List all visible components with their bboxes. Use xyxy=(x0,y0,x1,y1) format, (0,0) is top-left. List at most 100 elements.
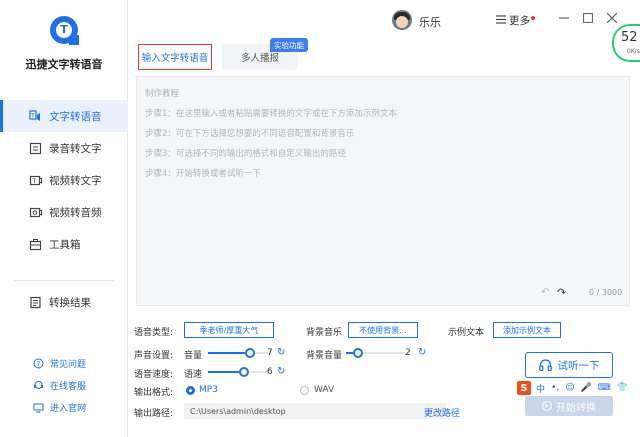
sidebar-item-video-to-audio[interactable]: 视频转音频 xyxy=(0,196,128,228)
sidebar-item-result[interactable]: 转换结果 xyxy=(0,286,128,318)
start-label: 开始转换 xyxy=(556,402,596,414)
format-wav-label: WAV xyxy=(314,385,335,395)
faq-link[interactable]: ? 常见问题 xyxy=(0,352,128,374)
voice-type-label: 语音类型: xyxy=(134,328,174,338)
bg-volume-label: 背景音量 xyxy=(306,351,343,361)
close-icon xyxy=(607,13,617,23)
sidebar-item-label: 转换结果 xyxy=(49,296,91,309)
change-path-link[interactable]: 更改路径 xyxy=(424,406,460,419)
website-icon xyxy=(32,401,44,413)
step-4: 步骤4：开始转换或者试听一下 xyxy=(145,169,261,179)
bg-volume-slider[interactable] xyxy=(346,348,404,358)
service-icon xyxy=(32,379,44,391)
speed-label: 语音速度: xyxy=(134,370,174,380)
sogou-ime-logo-icon[interactable]: S xyxy=(517,381,531,395)
format-wav-radio[interactable] xyxy=(300,386,309,395)
bg-volume-slider-handle[interactable] xyxy=(352,348,363,358)
menu-icon xyxy=(496,14,506,27)
sidebar-nav: T 文字转语音 录音转文字 T 视频转文字 视频转音频 工具箱 xyxy=(0,100,128,260)
editor-placeholder: 制作教程 步骤1：在这里输入或者粘贴需要转换的文字或在下方添加示例文本 步骤2：… xyxy=(145,87,397,187)
bg-music-button[interactable]: 不使用背景... xyxy=(348,322,418,338)
start-convert-button[interactable]: ▶ 开始转换 xyxy=(525,396,613,416)
ime-emoji-icon[interactable]: ☺ xyxy=(565,383,574,393)
reset-rate-icon[interactable]: ↻ xyxy=(277,366,285,377)
sidebar-item-label: 视频转音频 xyxy=(49,206,102,219)
close-button[interactable] xyxy=(604,10,620,26)
svg-text:?: ? xyxy=(36,360,40,368)
voice-type-button[interactable]: 季老师/厚重大气 xyxy=(184,322,274,338)
ime-keyboard-icon[interactable]: ⌨ xyxy=(598,383,611,393)
website-label: 进入官网 xyxy=(50,403,87,414)
reset-bg-volume-icon[interactable]: ↻ xyxy=(418,347,426,358)
undo-icon[interactable]: ↶ xyxy=(541,287,549,298)
bg-volume-value: 2 xyxy=(405,348,411,358)
output-path-field[interactable]: C:\Users\admin\desktop xyxy=(184,403,446,419)
ime-chinese-mode[interactable]: 中 xyxy=(536,382,545,395)
more-menu-button[interactable]: 更多 xyxy=(496,13,535,28)
username[interactable]: 乐乐 xyxy=(419,14,441,30)
bg-music-label: 背景音乐 xyxy=(306,328,343,338)
user-avatar[interactable] xyxy=(392,10,412,30)
minimize-button[interactable] xyxy=(556,10,572,26)
sidebar-item-label: 工具箱 xyxy=(49,238,81,251)
ime-punctuation-icon[interactable]: •, xyxy=(551,383,559,393)
app-title: 迅捷文字转语音 xyxy=(25,58,103,71)
reset-volume-icon[interactable]: ↻ xyxy=(277,347,285,358)
rate-slider[interactable] xyxy=(208,367,268,377)
rate-slider-handle[interactable] xyxy=(239,367,249,377)
sidebar: T 迅捷文字转语音 T 文字转语音 录音转文字 T 视频转文字 视频转音频 工具… xyxy=(0,0,128,437)
minimize-icon xyxy=(559,17,569,19)
result-icon xyxy=(28,295,42,309)
path-label: 输出路径: xyxy=(134,409,174,419)
add-sample-text-button[interactable]: 添加示例文本 xyxy=(493,322,561,338)
sidebar-item-recording-to-text[interactable]: 录音转文字 xyxy=(0,132,128,164)
maximize-button[interactable] xyxy=(580,10,596,26)
sidebar-item-label: 文字转语音 xyxy=(49,110,102,123)
sidebar-item-label: 录音转文字 xyxy=(49,142,102,155)
experimental-badge: 实验功能 xyxy=(270,38,308,52)
app-logo-icon: T xyxy=(50,16,79,45)
volume-slider[interactable] xyxy=(208,348,268,358)
tab-input-text-to-speech[interactable]: 输入文字转语音 xyxy=(138,44,212,70)
format-mp3-radio[interactable] xyxy=(186,386,195,395)
ime-toolbar: S 中 •, ☺ 🎤 ⌨ 👕 xyxy=(513,379,640,397)
network-speed-widget[interactable]: 52 0K/s xyxy=(612,24,640,62)
volume-value: 7 xyxy=(267,348,273,358)
service-label: 在线客服 xyxy=(50,381,87,392)
notification-dot xyxy=(531,15,535,20)
step-3: 步骤3：可选择不同的输出的格式和自定义输出的路径 xyxy=(145,149,346,159)
format-label: 输出格式: xyxy=(134,388,174,398)
toolbox-icon xyxy=(28,237,42,251)
volume-slider-handle[interactable] xyxy=(245,348,255,358)
help-links: ? 常见问题 在线客服 进入官网 xyxy=(0,352,128,418)
speed-value: 52 xyxy=(621,30,638,45)
rate-value: 6 xyxy=(267,367,273,377)
sidebar-item-text-to-speech[interactable]: T 文字转语音 xyxy=(0,100,128,132)
preview-button[interactable]: 试听一下 xyxy=(525,352,613,378)
step-2: 步骤2：可在下方选择您想要的不同语音配置和背景音乐 xyxy=(145,129,355,139)
char-counter: 0 / 3000 xyxy=(589,288,623,297)
ime-skin-icon[interactable]: 👕 xyxy=(617,383,628,393)
sidebar-item-label: 视频转文字 xyxy=(49,174,102,187)
redo-icon[interactable]: ↷ xyxy=(557,286,566,299)
online-service-link[interactable]: 在线客服 xyxy=(0,374,128,396)
play-icon: ▶ xyxy=(542,401,552,411)
ime-voice-icon[interactable]: 🎤 xyxy=(581,383,592,393)
website-link[interactable]: 进入官网 xyxy=(0,396,128,418)
top-bar: 乐乐 更多 xyxy=(128,0,640,40)
maximize-icon xyxy=(583,13,593,23)
recording-icon xyxy=(28,141,42,155)
more-label: 更多 xyxy=(509,15,530,27)
sidebar-item-toolbox[interactable]: 工具箱 xyxy=(0,228,128,260)
speed-unit: 0K/s xyxy=(627,48,640,55)
video-to-text-icon: T xyxy=(28,173,42,187)
sidebar-item-video-to-text[interactable]: T 视频转文字 xyxy=(0,164,128,196)
sidebar-divider xyxy=(14,280,114,281)
rate-label: 语速 xyxy=(184,370,203,380)
volume-label: 音量 xyxy=(184,351,203,361)
svg-text:T: T xyxy=(31,178,36,185)
preview-label: 试听一下 xyxy=(557,359,600,372)
text-editor[interactable]: 制作教程 步骤1：在这里输入或者粘贴需要转换的文字或在下方添加示例文本 步骤2：… xyxy=(136,76,630,306)
sample-text-label: 示例文本 xyxy=(448,328,485,338)
question-icon: ? xyxy=(32,357,44,369)
